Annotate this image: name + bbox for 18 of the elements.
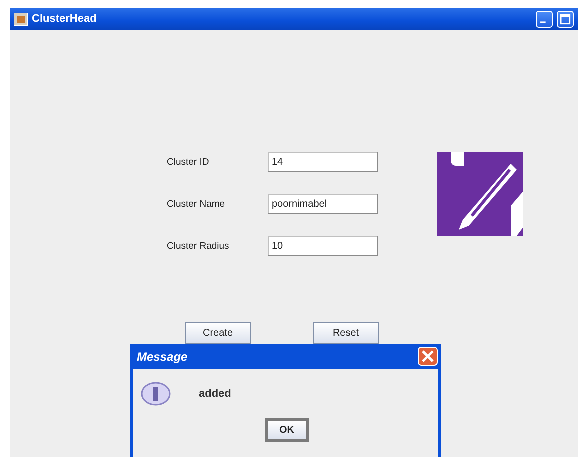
field-label: Cluster ID [167,156,210,168]
window-title: ClusterHead [32,13,98,25]
input-field[interactable]: 14 [268,152,378,172]
close-button[interactable] [418,347,438,366]
maximize-button[interactable] [557,10,574,28]
input-field[interactable]: poornimabel [268,194,378,214]
field-label: Cluster Name [167,198,226,210]
reset-button[interactable]: Reset [313,322,379,344]
message-text: added [199,388,232,400]
dialog-title: Message [137,350,188,364]
create-button[interactable]: Create [185,322,251,344]
field-label: Cluster Radius [167,240,230,252]
minimize-button[interactable] [536,10,553,28]
info-icon [141,382,171,406]
ok-button[interactable]: OK [265,418,309,442]
app-icon [14,12,28,26]
edit-icon [437,152,523,236]
input-field[interactable]: 10 [268,236,378,256]
